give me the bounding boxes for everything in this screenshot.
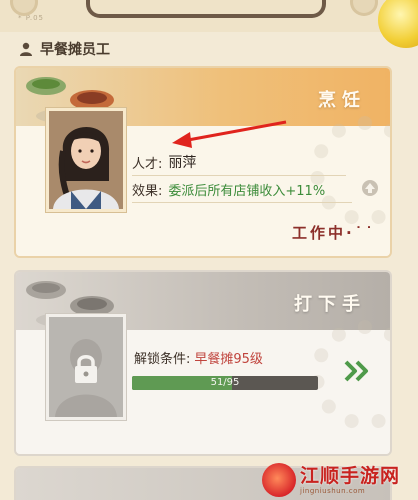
- unlock-label: 解锁条件:: [134, 352, 191, 367]
- unlock-progress-bar: 51/95: [132, 376, 318, 390]
- watermark-name: 江顺手游网: [300, 465, 401, 487]
- effect-label: 效果:: [132, 184, 163, 199]
- staff-portrait-illustration: [49, 111, 123, 209]
- card-title: 烹饪: [318, 90, 366, 111]
- working-status: 工作中·˙˙: [292, 224, 376, 242]
- lock-icon: [75, 355, 97, 383]
- top-frame-decoration: [86, 0, 326, 18]
- unlock-value: 早餐摊95级: [194, 352, 263, 367]
- progress-text: 51/95: [210, 377, 240, 388]
- double-chevron-right-icon[interactable]: [340, 358, 374, 384]
- staff-card-cooking[interactable]: 烹饪 人才: 丽萍 效果: 委派后所有店铺收入+11% 工作中·˙˙: [14, 66, 392, 258]
- effect-value: 委派后所有店铺收入+11%: [168, 184, 326, 199]
- site-watermark: 江顺手游网 jingniushun.com: [262, 460, 418, 500]
- staff-card-helper[interactable]: 打下手 解锁条件: 早餐摊95级 51/95: [14, 270, 392, 456]
- talent-value: 丽萍: [168, 155, 197, 171]
- unlock-condition-row: 解锁条件: 早餐摊95级: [134, 348, 263, 367]
- person-icon: [20, 42, 32, 56]
- card-title: 打下手: [294, 294, 366, 315]
- effect-row: 效果: 委派后所有店铺收入+11%: [132, 180, 352, 203]
- section-title: 早餐摊员工: [40, 42, 110, 58]
- talent-row: 人才: 丽萍: [132, 152, 346, 176]
- watermark-text: 江顺手游网 jingniushun.com: [300, 465, 400, 495]
- locked-portrait-slot: [46, 314, 126, 420]
- arrow-up-circle-icon[interactable]: [362, 180, 378, 196]
- talent-label: 人才:: [132, 156, 163, 172]
- watermark-logo: [262, 463, 296, 497]
- staff-portrait[interactable]: [46, 108, 126, 212]
- gold-badge-button[interactable]: [378, 0, 418, 48]
- watermark-url: jingniushun.com: [300, 487, 366, 495]
- section-header: 早餐摊员工: [18, 40, 110, 58]
